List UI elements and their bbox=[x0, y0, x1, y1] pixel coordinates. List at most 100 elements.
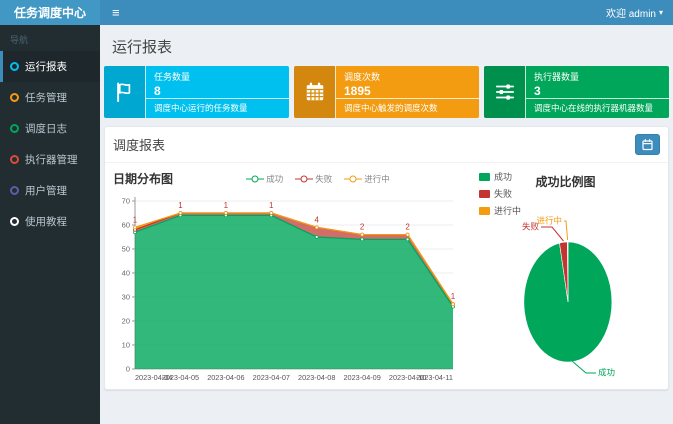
welcome-label: 欢迎 admin bbox=[606, 5, 656, 20]
stat-title: 执行器数量 bbox=[534, 70, 661, 83]
svg-text:2023-04-08: 2023-04-08 bbox=[298, 373, 335, 382]
sidebar-section-header: 导航 bbox=[0, 25, 100, 51]
legend-swatch-icon bbox=[479, 190, 490, 198]
sidebar-menu: 运行报表任务管理调度日志执行器管理用户管理使用教程 bbox=[0, 51, 100, 237]
user-menu[interactable]: 欢迎 admin ▾ bbox=[606, 5, 673, 20]
svg-text:2023-04-11: 2023-04-11 bbox=[416, 373, 453, 382]
stat-title: 任务数量 bbox=[154, 70, 281, 83]
area-chart-header: 日期分布图 成功 失败 进行中 bbox=[109, 165, 467, 189]
stat-card-body: 执行器数量3调度中心在线的执行器机器数量 bbox=[526, 66, 669, 118]
legend-swatch-icon bbox=[479, 207, 490, 215]
legend-item[interactable]: 成功 bbox=[479, 170, 521, 183]
svg-text:20: 20 bbox=[122, 317, 130, 326]
svg-text:2023-04-06: 2023-04-06 bbox=[207, 373, 244, 382]
main-content: 运行报表 任务数量8调度中心运行的任务数量调度次数1895调度中心触发的调度次数… bbox=[100, 25, 673, 424]
svg-text:2023-04-09: 2023-04-09 bbox=[343, 373, 380, 382]
stat-desc: 调度中心在线的执行器机器数量 bbox=[526, 98, 669, 118]
circle-o-icon bbox=[10, 93, 19, 102]
calendar-icon bbox=[294, 66, 336, 118]
stat-value: 1895 bbox=[344, 83, 471, 98]
legend-label: 成功 bbox=[494, 170, 512, 183]
stat-card-job-count: 任务数量8调度中心运行的任务数量 bbox=[104, 66, 289, 118]
svg-text:0: 0 bbox=[126, 365, 130, 374]
circle-o-icon bbox=[10, 186, 19, 195]
circle-o-icon bbox=[10, 217, 19, 226]
legend-item[interactable]: 进行中 bbox=[344, 173, 390, 185]
legend-item[interactable]: 进行中 bbox=[479, 204, 521, 217]
svg-text:40: 40 bbox=[122, 269, 130, 278]
legend-swatch-icon bbox=[479, 173, 490, 181]
sidebar-item-label: 运行报表 bbox=[25, 59, 67, 74]
pie-chart-canvas: 成功失败进行中 bbox=[468, 210, 664, 382]
stat-card-body: 任务数量8调度中心运行的任务数量 bbox=[146, 66, 289, 118]
legend-label: 失败 bbox=[315, 173, 332, 185]
date-range-button[interactable] bbox=[635, 134, 660, 155]
svg-text:50: 50 bbox=[122, 245, 130, 254]
caret-down-icon: ▾ bbox=[659, 8, 663, 17]
stat-card-executor-count: 执行器数量3调度中心在线的执行器机器数量 bbox=[484, 66, 669, 118]
svg-text:1: 1 bbox=[133, 215, 138, 224]
area-chart-canvas: 010203040506070111142212023-04-042023-04… bbox=[109, 189, 461, 385]
legend-marker-icon bbox=[344, 174, 362, 184]
legend-label: 进行中 bbox=[364, 173, 390, 185]
sidebar-item-user-manage[interactable]: 用户管理 bbox=[0, 175, 100, 206]
area-chart-legend: 成功 失败 进行中 bbox=[173, 173, 463, 185]
sidebar: 导航 运行报表任务管理调度日志执行器管理用户管理使用教程 bbox=[0, 25, 100, 424]
panel-title: 调度报表 bbox=[113, 135, 165, 154]
top-navbar: 任务调度中心 ≡ 欢迎 admin ▾ bbox=[0, 0, 673, 25]
navbar-body: ≡ 欢迎 admin ▾ bbox=[100, 0, 673, 25]
panel-body: 日期分布图 成功失败进行中 01020304050607011114221202… bbox=[105, 163, 668, 389]
legend-item[interactable]: 成功 bbox=[246, 173, 283, 185]
legend-item[interactable]: 失败 bbox=[479, 187, 521, 200]
flag-icon bbox=[104, 66, 146, 118]
svg-text:1: 1 bbox=[451, 292, 456, 301]
sidebar-item-label: 任务管理 bbox=[25, 90, 67, 105]
legend-marker-icon bbox=[295, 174, 313, 184]
sidebar-item-executor-manage[interactable]: 执行器管理 bbox=[0, 144, 100, 175]
svg-text:进行中: 进行中 bbox=[536, 216, 562, 226]
sidebar-item-run-report[interactable]: 运行报表 bbox=[0, 51, 100, 82]
svg-text:70: 70 bbox=[122, 197, 130, 206]
svg-text:成功: 成功 bbox=[598, 368, 615, 378]
svg-text:4: 4 bbox=[314, 215, 319, 224]
sidebar-item-job-log[interactable]: 调度日志 bbox=[0, 113, 100, 144]
stat-cards-row: 任务数量8调度中心运行的任务数量调度次数1895调度中心触发的调度次数执行器数量… bbox=[100, 66, 673, 118]
circle-o-icon bbox=[10, 124, 19, 133]
stat-card-body: 调度次数1895调度中心触发的调度次数 bbox=[336, 66, 479, 118]
stat-desc: 调度中心运行的任务数量 bbox=[146, 98, 289, 118]
area-chart-title: 日期分布图 bbox=[113, 170, 173, 187]
legend-label: 进行中 bbox=[494, 204, 521, 217]
stat-desc: 调度中心触发的调度次数 bbox=[336, 98, 479, 118]
svg-text:2: 2 bbox=[405, 223, 410, 232]
app-logo[interactable]: 任务调度中心 bbox=[0, 0, 100, 25]
stat-value: 3 bbox=[534, 83, 661, 98]
sliders-icon bbox=[484, 66, 526, 118]
stat-title: 调度次数 bbox=[344, 70, 471, 83]
circle-o-icon bbox=[10, 62, 19, 71]
report-panel: 调度报表 日期分布图 成功失败进行中 010203040506070111142… bbox=[104, 126, 669, 390]
sidebar-item-help[interactable]: 使用教程 bbox=[0, 206, 100, 237]
sidebar-item-label: 使用教程 bbox=[25, 214, 67, 229]
svg-text:30: 30 bbox=[122, 293, 130, 302]
legend-label: 失败 bbox=[494, 187, 512, 200]
legend-item[interactable]: 失败 bbox=[295, 173, 332, 185]
daily-distribution-chart: 日期分布图 成功失败进行中 01020304050607011114221202… bbox=[109, 165, 467, 385]
stat-value: 8 bbox=[154, 83, 281, 98]
svg-text:1: 1 bbox=[269, 201, 274, 210]
sidebar-item-label: 执行器管理 bbox=[25, 152, 78, 167]
stat-card-trigger-count: 调度次数1895调度中心触发的调度次数 bbox=[294, 66, 479, 118]
page-title: 运行报表 bbox=[100, 25, 673, 66]
sidebar-item-label: 调度日志 bbox=[25, 121, 67, 136]
success-ratio-pie-chart: 成功失败进行中 成功比例图 成功失败进行中 bbox=[467, 165, 664, 385]
panel-header: 调度报表 bbox=[105, 127, 668, 163]
circle-o-icon bbox=[10, 155, 19, 164]
sidebar-item-job-manage[interactable]: 任务管理 bbox=[0, 82, 100, 113]
legend-marker-icon bbox=[246, 174, 264, 184]
svg-text:2023-04-07: 2023-04-07 bbox=[253, 373, 290, 382]
svg-text:2: 2 bbox=[360, 223, 365, 232]
svg-text:60: 60 bbox=[122, 221, 130, 230]
pie-chart-legend: 成功失败进行中 bbox=[479, 170, 521, 217]
sidebar-item-label: 用户管理 bbox=[25, 183, 67, 198]
sidebar-toggle-icon[interactable]: ≡ bbox=[100, 0, 132, 25]
legend-label: 成功 bbox=[266, 173, 283, 185]
